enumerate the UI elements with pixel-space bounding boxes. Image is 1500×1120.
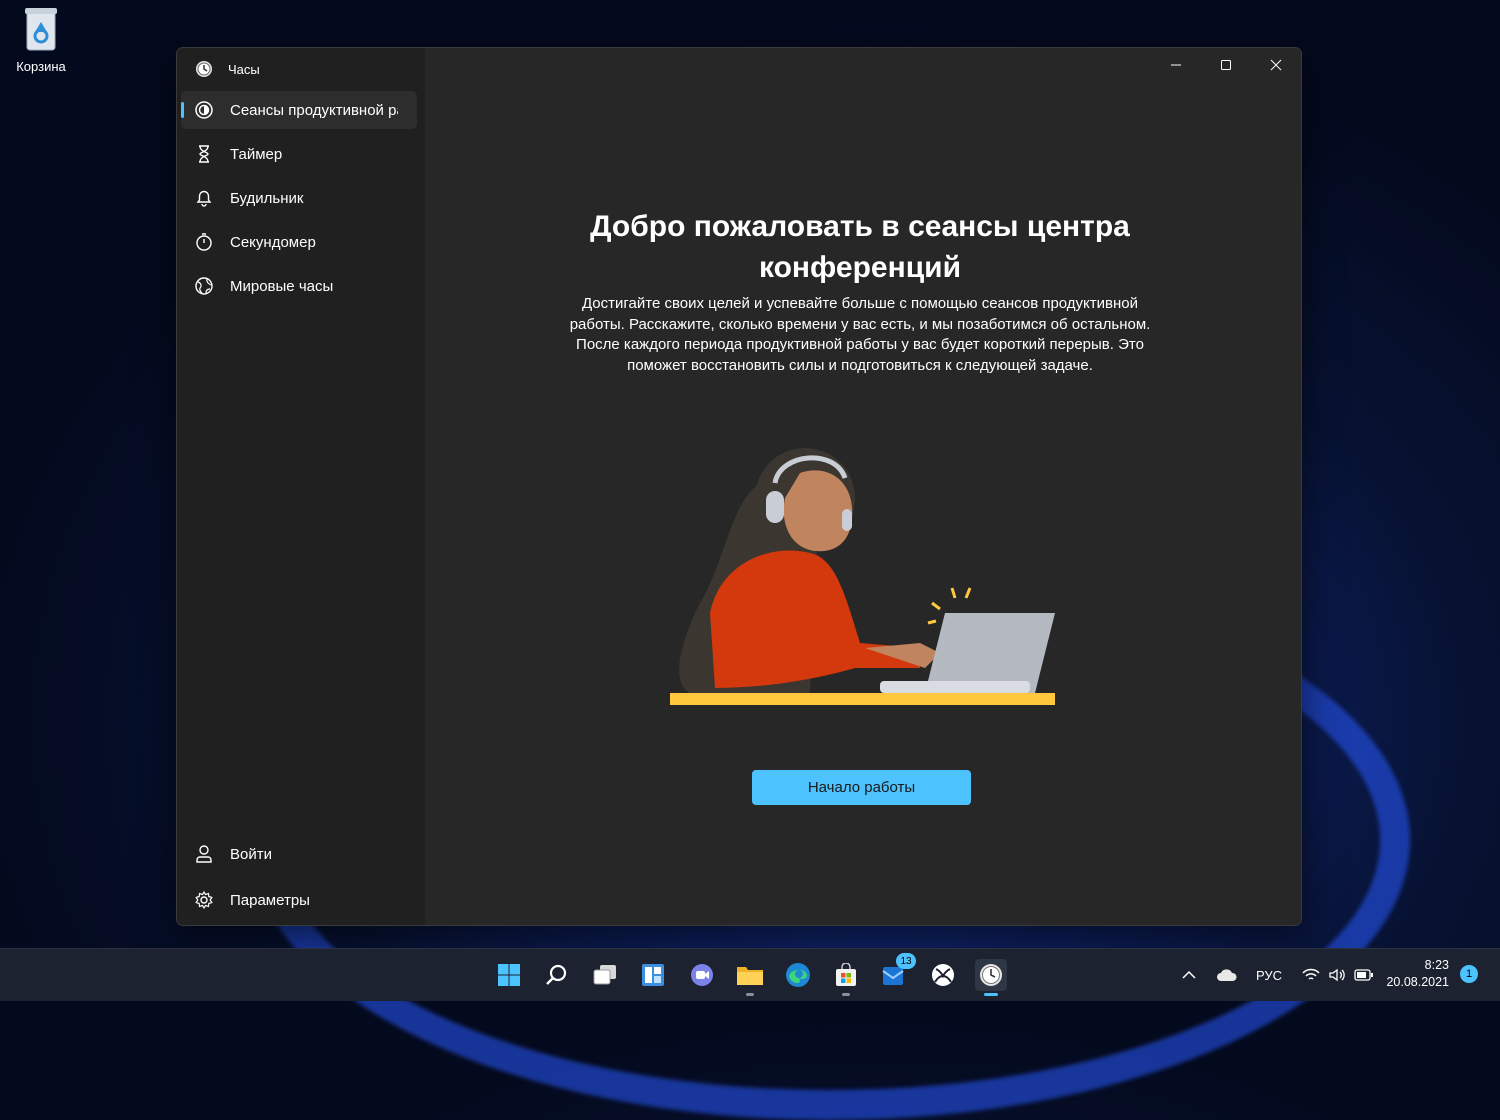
- clock-app-taskbar-button[interactable]: [975, 959, 1007, 996]
- file-explorer-button[interactable]: [734, 959, 766, 996]
- chevron-up-icon[interactable]: [1180, 968, 1198, 982]
- task-view-button[interactable]: [589, 959, 621, 991]
- nav-label-stopwatch: Секундомер: [230, 233, 316, 251]
- nav-item-focus-sessions[interactable]: Сеансы продуктивной работы: [181, 91, 417, 129]
- chat-icon: [691, 964, 713, 986]
- hourglass-icon: [199, 145, 209, 163]
- recycle-bin-label: Корзина: [16, 59, 66, 74]
- window-controls: [1151, 48, 1301, 82]
- clock-date: 20.08.2021: [1386, 975, 1449, 989]
- nav-item-timer[interactable]: Таймер: [181, 135, 417, 173]
- search-icon: [546, 964, 567, 985]
- app-title: Часы: [228, 61, 260, 77]
- mail-badge: 13: [896, 953, 916, 969]
- sidebar: Часы Сеансы продуктивной работы Таймер Б…: [177, 48, 425, 925]
- nav-item-settings[interactable]: Параметры: [181, 881, 417, 919]
- nav-item-alarm[interactable]: Будильник: [181, 179, 417, 217]
- teams-chat-button[interactable]: [686, 959, 718, 991]
- main-content: Добро пожаловать в сеансы центра конфере…: [425, 48, 1301, 925]
- running-indicator: [746, 993, 754, 996]
- edge-icon: [786, 963, 810, 987]
- notification-badge[interactable]: 1: [1460, 965, 1478, 983]
- microsoft-store-button[interactable]: [830, 959, 862, 996]
- focus-icon: [195, 101, 213, 119]
- page-title: Добро пожаловать в сеансы центра конфере…: [590, 210, 1130, 284]
- xbox-icon: [932, 964, 954, 986]
- globe-icon: [195, 277, 213, 295]
- nav-label-settings: Параметры: [230, 891, 310, 909]
- clock-icon: [980, 964, 1002, 986]
- minimize-icon: [1171, 64, 1181, 66]
- nav-label-timer: Таймер: [230, 145, 283, 163]
- taskbar-search-button[interactable]: [541, 959, 573, 991]
- maximize-button[interactable]: [1201, 48, 1251, 82]
- nav-label-focus-sessions: Сеансы продуктивной работы: [230, 101, 398, 119]
- wifi-icon[interactable]: [1302, 968, 1320, 982]
- widgets-icon: [642, 964, 664, 986]
- running-indicator: [842, 993, 850, 996]
- store-icon: [836, 963, 856, 986]
- gear-icon: [195, 890, 213, 910]
- taskbar: 13 РУС 8:23 20.08.2021 1: [0, 948, 1500, 1001]
- bell-icon: [196, 190, 212, 207]
- onedrive-cloud-icon[interactable]: [1216, 968, 1238, 982]
- mail-button[interactable]: 13: [878, 953, 916, 991]
- close-button[interactable]: [1251, 48, 1301, 82]
- start-menu-button[interactable]: [493, 959, 525, 991]
- stopwatch-icon: [196, 233, 212, 251]
- clock-time: 8:23: [1424, 958, 1449, 972]
- desktop-recycle-bin[interactable]: Корзина: [8, 6, 74, 74]
- xbox-button[interactable]: [927, 959, 959, 991]
- task-view-icon: [593, 965, 616, 985]
- nav-item-world-clock[interactable]: Мировые часы: [181, 267, 417, 305]
- page-description: Достигайте своих целей и успевайте больш…: [569, 295, 1151, 374]
- edge-browser-button[interactable]: [782, 959, 814, 991]
- nav-label-world-clock: Мировые часы: [230, 277, 334, 295]
- recycle-bin-icon: [25, 8, 57, 51]
- widgets-button[interactable]: [637, 959, 669, 991]
- clock-app-window: Часы Сеансы продуктивной работы Таймер Б…: [176, 47, 1302, 926]
- app-title-bar: Часы: [195, 58, 260, 80]
- nav-label-alarm: Будильник: [230, 189, 304, 207]
- windows-logo-icon: [498, 964, 520, 986]
- system-tray: РУС: [1180, 949, 1374, 1001]
- maximize-icon: [1221, 60, 1231, 70]
- language-indicator[interactable]: РУС: [1256, 968, 1282, 983]
- clock-app-icon: [196, 61, 212, 77]
- taskbar-clock[interactable]: 8:23 20.08.2021: [1386, 957, 1449, 991]
- battery-icon[interactable]: [1354, 969, 1374, 981]
- nav-item-stopwatch[interactable]: Секундомер: [181, 223, 417, 261]
- active-app-indicator: [984, 993, 998, 996]
- nav-item-sign-in[interactable]: Войти: [181, 835, 417, 873]
- minimize-button[interactable]: [1151, 48, 1201, 82]
- volume-icon[interactable]: [1328, 968, 1346, 982]
- start-button[interactable]: Начало работы: [752, 770, 971, 805]
- person-icon: [196, 845, 212, 863]
- folder-icon: [737, 967, 763, 985]
- woman-at-laptop-illustration: [670, 448, 1055, 705]
- active-indicator: [181, 102, 184, 118]
- close-icon: [1270, 59, 1282, 71]
- nav-label-sign-in: Войти: [230, 845, 272, 863]
